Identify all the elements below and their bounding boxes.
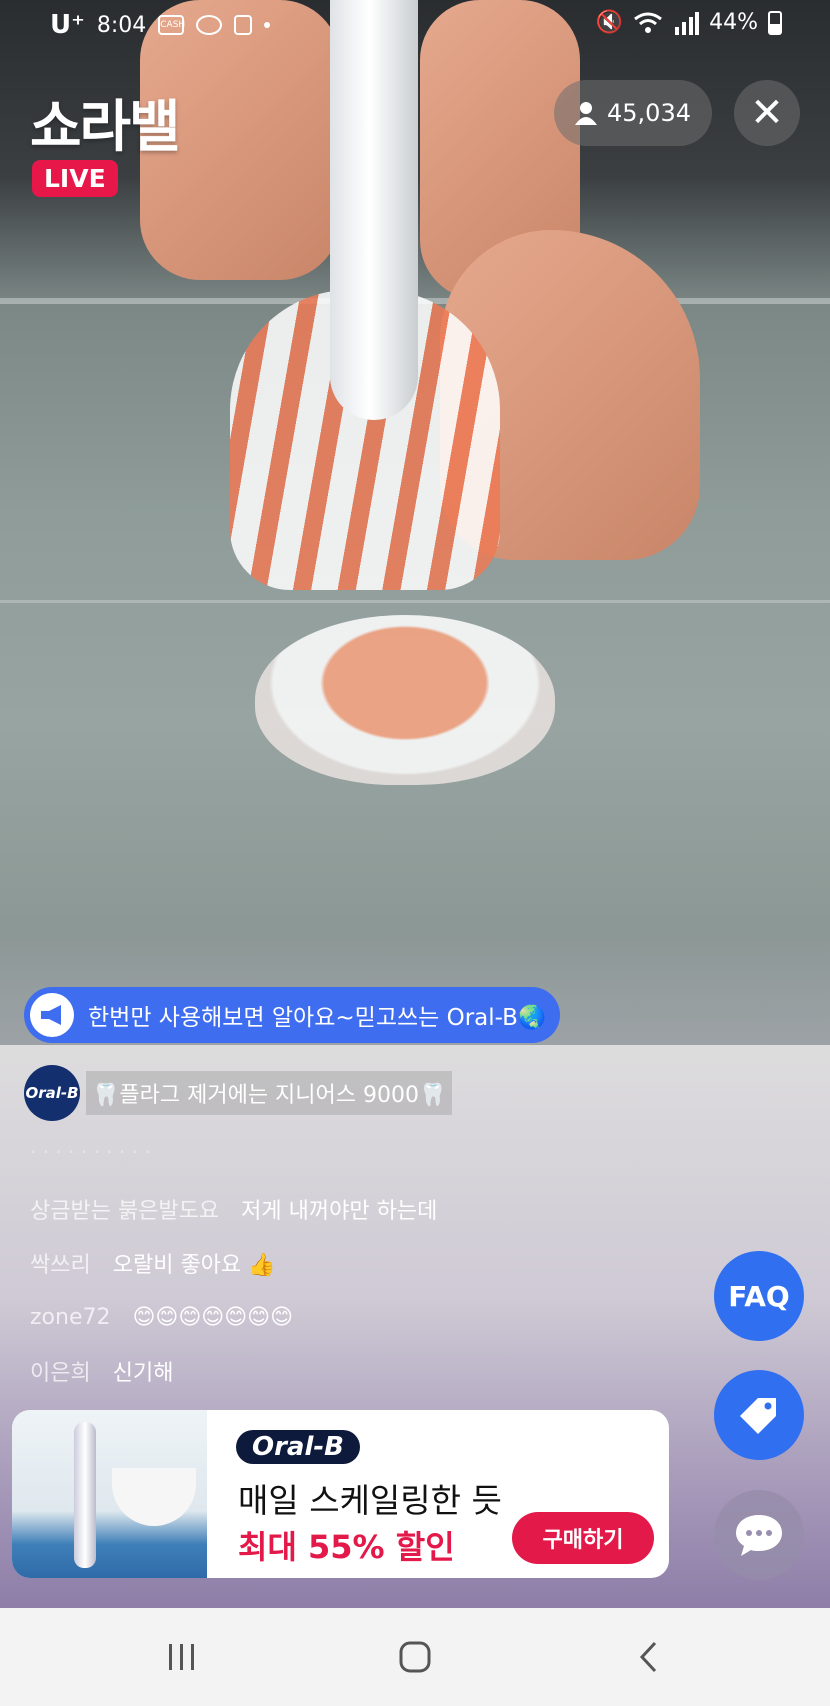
carrier-label: U⁺ [50,10,85,40]
chat-text: 저게 내꺼야만 하는데 [241,1199,438,1224]
brand-logo: Oral-B [236,1430,360,1464]
close-icon: ✕ [750,90,784,136]
chat-message: 상금받는 붉은발도요 저게 내꺼야만 하는데 [30,1182,630,1236]
gauge-icon [196,15,223,35]
product-title: 매일 스케일링한 듯 [238,1481,502,1520]
chat-text: 오랄비 좋아요 👍 [112,1253,276,1278]
megaphone-icon [30,993,74,1037]
cash-icon: CASH [158,15,185,35]
chat-list: · · · · · · · · · · 상금받는 붉은발도요 저게 내꺼야만 하… [30,1140,630,1398]
signal-icon [675,11,700,35]
note-icon [234,15,253,35]
host-message: Oral-B 🦷플라그 제거에는 지니어스 9000🦷 [24,1065,453,1121]
chat-bubble-icon [736,1515,782,1556]
chat-username: 싹쓰리 [30,1253,91,1278]
mute-icon: 🔇 [595,10,624,35]
chat-username: 이은희 [30,1361,91,1386]
recent-apps-button[interactable] [122,1608,242,1706]
chat-faded-message: · · · · · · · · · · [30,1140,151,1164]
chat-text: 신기해 [112,1361,174,1386]
app-logo: 쇼라밸 [30,95,181,160]
chat-text: 😊😊😊😊😊😊😊 [132,1304,294,1330]
chat-message: zone72 😊😊😊😊😊😊😊 [30,1290,630,1344]
teeth-reflection [255,615,555,785]
notification-dot-icon [264,22,271,28]
status-bar: U⁺ 8:04 CASH 🔇 44% [0,0,830,50]
person-icon [575,102,597,125]
notice-banner[interactable]: 한번만 사용해보면 알아요~믿고쓰는 Oral-B🌏 [24,987,560,1043]
product-tag-button[interactable] [714,1370,804,1460]
viewer-count: 45,034 [607,99,691,127]
back-icon [639,1641,657,1673]
water-line [0,600,830,603]
product-banner[interactable]: Oral-B 매일 스케일링한 듯 최대 55% 할인 구매하기 [12,1410,669,1578]
price-tag-icon [740,1398,776,1434]
chat-username: 상금받는 붉은발도요 [30,1199,220,1224]
wifi-icon [634,12,663,33]
back-button[interactable] [588,1608,708,1706]
sale-text: 최대 55% 할인 [238,1528,455,1566]
battery-percent: 44% [709,10,758,35]
live-badge: LIVE [32,160,118,197]
sink-bowl-image [112,1468,196,1526]
product-image [12,1410,207,1578]
navigation-bar [0,1608,830,1706]
notice-text: 한번만 사용해보면 알아요~믿고쓰는 Oral-B🌏 [88,1005,547,1031]
viewer-count-pill: 45,034 [554,80,712,146]
close-button[interactable]: ✕ [734,80,800,146]
chat-message: 이은희 신기해 [30,1344,630,1398]
battery-icon [768,10,782,35]
buy-button[interactable]: 구매하기 [512,1512,654,1564]
faq-button[interactable]: FAQ [714,1251,804,1341]
chat-message: 싹쓰리 오랄비 좋아요 👍 [30,1236,630,1290]
chat-button[interactable] [714,1490,804,1580]
chat-username: zone72 [30,1304,111,1330]
home-button[interactable] [355,1608,475,1706]
host-message-text: 🦷플라그 제거에는 지니어스 9000🦷 [86,1071,453,1115]
toothbrush-image [74,1422,96,1568]
host-avatar: Oral-B [24,1065,80,1121]
time-label: 8:04 [96,12,147,38]
home-icon [399,1641,431,1673]
toothbrush-handle [330,0,418,420]
recent-apps-icon [169,1644,194,1670]
